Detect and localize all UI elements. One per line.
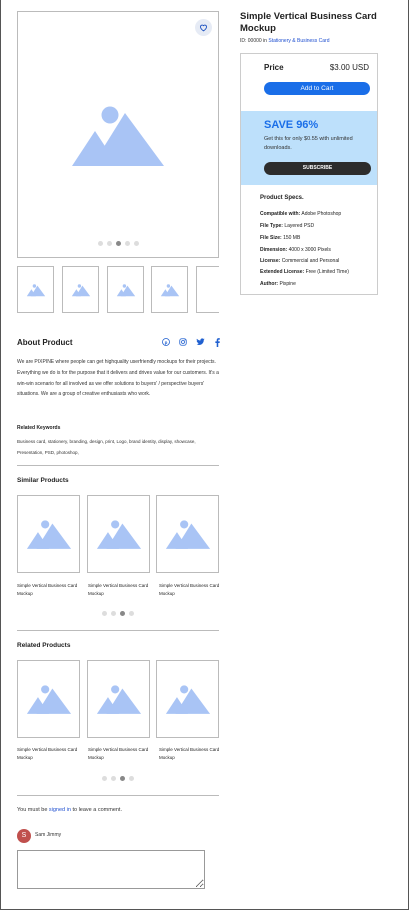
product-title: Simple Vertical Business Card Mockup [240,11,377,34]
svg-text:p: p [165,340,168,345]
product-card-caption[interactable]: Simple Vertical Business Card Mockup [159,746,225,762]
add-to-cart-button[interactable]: Add to Cart [264,82,370,95]
image-placeholder-icon [160,283,179,296]
product-card-caption[interactable]: Simple Vertical Business Card Mockup [88,746,154,762]
carousel-dot[interactable] [102,776,107,781]
avatar: S [17,829,31,843]
product-card-caption[interactable]: Simple Vertical Business Card Mockup [17,746,83,762]
image-placeholder-icon [26,520,71,549]
comment-input[interactable] [17,850,205,889]
divider [17,630,219,631]
similar-carousel-dots [17,611,219,616]
user-name: Sam Jimmy [35,832,62,838]
image-placeholder-icon [116,283,135,296]
specs-title: Product Specs. [260,195,304,201]
carousel-dot[interactable] [111,776,116,781]
facebook-icon[interactable] [212,337,222,347]
divider [17,795,219,796]
carousel-dot[interactable] [106,241,112,246]
product-card[interactable] [87,660,150,738]
main-product-image[interactable] [17,11,219,258]
product-card[interactable] [156,660,219,738]
carousel-dot[interactable] [111,611,116,616]
instagram-icon[interactable] [178,337,188,347]
divider [17,465,219,466]
related-products-title: Related Products [17,642,71,649]
spec-item: License: Commercial and Personal [260,258,340,264]
subscribe-button[interactable]: SUBSCRIBE [264,162,371,175]
login-prompt: You must be signed in to leave a comment… [17,807,122,813]
thumbnail[interactable] [62,266,99,313]
twitter-icon[interactable] [195,337,205,347]
product-id: ID: 00000 in Stationery & Business Card [240,38,330,44]
spec-item: Extended License: Free (Limited Time) [260,269,349,275]
favorite-button[interactable] [195,19,212,36]
pinterest-icon[interactable]: p [161,337,171,347]
price-value: $3.00 USD [329,63,369,72]
thumbnail[interactable] [151,266,188,313]
product-card-caption[interactable]: Simple Vertical Business Card Mockup [159,582,225,598]
image-placeholder-icon [26,283,45,296]
spec-item: Dimension: 4000 x 3000 Pixels [260,247,331,253]
spec-item: File Type: Layered PSD [260,223,315,229]
carousel-dot[interactable] [129,776,134,781]
save-text: Get this for only $0.55 with unlimited d… [264,136,353,151]
keywords-title: Related Keywords [17,425,61,431]
heart-icon [200,24,207,32]
about-title: About Product [17,338,73,347]
save-title: SAVE 96% [264,119,319,131]
image-placeholder-icon [71,283,90,296]
thumbnail[interactable] [107,266,144,313]
product-card-caption[interactable]: Simple Vertical Business Card Mockup [17,582,83,598]
thumbnail-strip [17,266,219,313]
carousel-dot-active[interactable] [120,776,125,781]
price-label: Price [264,63,284,72]
category-link[interactable]: Stationery & Business Card [268,38,329,44]
image-placeholder-icon [26,685,71,714]
product-card[interactable] [17,495,80,573]
image-placeholder-icon [68,102,168,168]
product-card[interactable] [156,495,219,573]
spec-item: Compatible with: Adobe Photoshop [260,211,342,217]
image-placeholder-icon [96,685,141,714]
image-placeholder-icon [165,685,210,714]
save-banner: SAVE 96% Get this for only $0.55 with un… [241,111,377,185]
about-description: We are PIXPINE where people can get high… [17,359,219,398]
product-card-caption[interactable]: Simple Vertical Business Card Mockup [88,582,154,598]
image-placeholder-icon [165,520,210,549]
thumbnail[interactable] [196,266,219,313]
carousel-dot[interactable] [97,241,103,246]
spec-item: File Size: 150 MB [260,235,301,241]
related-carousel-dots [17,776,219,781]
sign-in-link[interactable]: signed in [49,807,71,813]
product-card[interactable] [87,495,150,573]
product-card[interactable] [17,660,80,738]
carousel-dot-active[interactable] [120,611,125,616]
carousel-dot[interactable] [133,241,139,246]
carousel-dot[interactable] [124,241,130,246]
product-id-text: ID: 00000 in [240,38,269,44]
thumbnail[interactable] [17,266,54,313]
carousel-dot[interactable] [129,611,134,616]
main-image-dots [18,241,218,246]
spec-item: Author: Pixpine [260,281,296,287]
carousel-dot-active[interactable] [115,241,121,246]
image-placeholder-icon [96,520,141,549]
similar-products-title: Similar Products [17,477,69,484]
price-panel: Price $3.00 USD Add to Cart SAVE 96% Get… [240,53,378,295]
carousel-dot[interactable] [102,611,107,616]
keywords-list: Business card, stationery, branding, des… [17,439,196,455]
